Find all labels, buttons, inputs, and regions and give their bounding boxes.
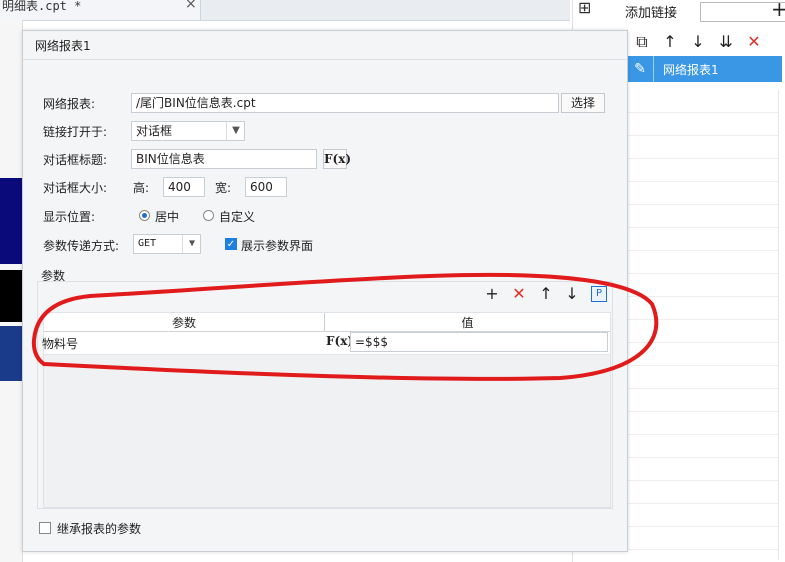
annotation-circle	[31, 272, 659, 381]
annotation-overlay	[31, 272, 659, 381]
